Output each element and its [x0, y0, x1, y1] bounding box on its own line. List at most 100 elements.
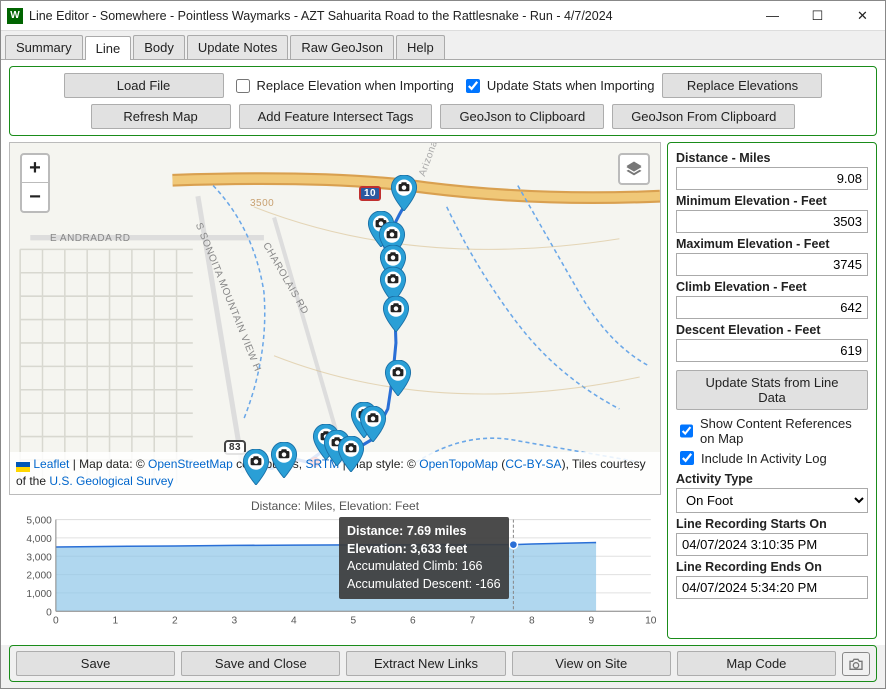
minimize-button[interactable]: ― — [750, 1, 795, 31]
rec-end-input[interactable] — [676, 576, 868, 599]
layers-button[interactable] — [618, 153, 650, 185]
map-marker[interactable] — [384, 360, 412, 396]
include-log-label: Include In Activity Log — [701, 451, 827, 466]
maximize-button[interactable]: ☐ — [795, 1, 840, 31]
route-i10-shield: 10 — [359, 186, 381, 201]
replace-elev-import-checkbox[interactable]: Replace Elevation when Importing — [232, 76, 454, 96]
tab-line[interactable]: Line — [85, 36, 132, 60]
min-elev-label: Minimum Elevation - Feet — [676, 194, 868, 208]
max-elev-label: Maximum Elevation - Feet — [676, 237, 868, 251]
leaflet-link[interactable]: Leaflet — [33, 457, 69, 471]
window-buttons: ― ☐ ✕ — [750, 1, 885, 31]
svg-text:3: 3 — [232, 615, 238, 626]
screenshot-icon[interactable] — [842, 652, 870, 676]
tab-raw-geojson[interactable]: Raw GeoJson — [290, 35, 394, 59]
layers-icon — [625, 160, 643, 178]
stats-panel: Distance - Miles Minimum Elevation - Fee… — [667, 142, 877, 639]
road-label-andrada: E ANDRADA RD — [50, 233, 130, 244]
contour-3500: 3500 — [250, 198, 274, 209]
ukraine-flag-icon — [16, 460, 30, 470]
map[interactable]: + − E ANDRADA RD S SONOITA MOUNTAIN VIEW… — [9, 142, 661, 495]
svg-text:9: 9 — [588, 615, 594, 626]
app-icon: W — [7, 8, 23, 24]
show-refs-label: Show Content References on Map — [700, 416, 868, 446]
elevation-chart[interactable]: Distance: Miles, Elevation: Feet 0 1,000 2… — [9, 499, 661, 639]
chart-canvas: 0 1,000 2,000 3,000 4,000 5,000 0 1 2 3 4 5 6 7 8 9 10 — [9, 513, 661, 628]
svg-text:0: 0 — [46, 607, 52, 618]
ccbysa-link[interactable]: CC-BY-SA — [505, 457, 561, 471]
save-button[interactable]: Save — [16, 651, 175, 676]
update-stats-import-checkbox[interactable]: Update Stats when Importing — [462, 76, 655, 96]
map-marker[interactable] — [337, 436, 365, 472]
toolbar: Load File Replace Elevation when Importi… — [9, 66, 877, 136]
svg-text:3,000: 3,000 — [26, 552, 52, 563]
zoom-control: + − — [20, 153, 50, 213]
map-marker[interactable] — [382, 296, 410, 332]
min-elev-input[interactable] — [676, 210, 868, 233]
map-marker[interactable] — [270, 442, 298, 478]
load-file-button[interactable]: Load File — [64, 73, 224, 98]
zoom-out-button[interactable]: − — [22, 183, 48, 211]
climb-label: Climb Elevation - Feet — [676, 280, 868, 294]
refresh-map-button[interactable]: Refresh Map — [91, 104, 231, 129]
main-row: + − E ANDRADA RD S SONOITA MOUNTAIN VIEW… — [9, 142, 877, 639]
map-marker[interactable] — [242, 449, 270, 485]
update-stats-button[interactable]: Update Stats from Line Data — [676, 370, 868, 410]
climb-input[interactable] — [676, 296, 868, 319]
svg-text:4: 4 — [291, 615, 297, 626]
tab-summary[interactable]: Summary — [5, 35, 83, 59]
svg-text:2: 2 — [172, 615, 178, 626]
osm-link[interactable]: OpenStreetMap — [148, 457, 233, 471]
rec-start-label: Line Recording Starts On — [676, 517, 868, 531]
svg-text:8: 8 — [529, 615, 535, 626]
svg-text:7: 7 — [469, 615, 475, 626]
svg-text:2,000: 2,000 — [26, 571, 52, 582]
include-log-checkbox[interactable]: Include In Activity Log — [676, 448, 868, 468]
activity-type-label: Activity Type — [676, 472, 868, 486]
geojson-to-clipboard-button[interactable]: GeoJson to Clipboard — [440, 104, 604, 129]
view-site-button[interactable]: View on Site — [512, 651, 671, 676]
show-refs-checkbox[interactable]: Show Content References on Map — [676, 416, 868, 446]
window: W Line Editor - Somewhere - Pointless Wa… — [0, 0, 886, 689]
tab-body[interactable]: Body — [133, 35, 185, 59]
activity-type-select[interactable]: On Foot — [676, 488, 868, 513]
descent-input[interactable] — [676, 339, 868, 362]
replace-elevations-button[interactable]: Replace Elevations — [662, 73, 822, 98]
titlebar: W Line Editor - Somewhere - Pointless Wa… — [1, 1, 885, 31]
left-column: + − E ANDRADA RD S SONOITA MOUNTAIN VIEW… — [9, 142, 661, 639]
opentopo-link[interactable]: OpenTopoMap — [419, 457, 498, 471]
update-stats-import-label: Update Stats when Importing — [487, 78, 655, 93]
geojson-from-clipboard-button[interactable]: GeoJson From Clipboard — [612, 104, 795, 129]
svg-text:5,000: 5,000 — [26, 516, 52, 527]
tab-help[interactable]: Help — [396, 35, 445, 59]
svg-text:1,000: 1,000 — [26, 589, 52, 600]
map-code-button[interactable]: Map Code — [677, 651, 836, 676]
svg-text:4,000: 4,000 — [26, 534, 52, 545]
tab-content: Load File Replace Elevation when Importi… — [1, 60, 885, 645]
svg-text:6: 6 — [410, 615, 416, 626]
extract-links-button[interactable]: Extract New Links — [346, 651, 505, 676]
bottom-bar: Save Save and Close Extract New Links Vi… — [9, 645, 877, 682]
descent-label: Descent Elevation - Feet — [676, 323, 868, 337]
replace-elev-import-label: Replace Elevation when Importing — [257, 78, 454, 93]
svg-text:10: 10 — [645, 615, 657, 626]
svg-text:1: 1 — [113, 615, 119, 626]
close-button[interactable]: ✕ — [840, 1, 885, 31]
save-close-button[interactable]: Save and Close — [181, 651, 340, 676]
chart-title: Distance: Miles, Elevation: Feet — [9, 499, 661, 513]
tab-bar: SummaryLineBodyUpdate NotesRaw GeoJsonHe… — [1, 31, 885, 60]
tab-update-notes[interactable]: Update Notes — [187, 35, 289, 59]
map-marker[interactable] — [390, 175, 418, 211]
max-elev-input[interactable] — [676, 253, 868, 276]
zoom-in-button[interactable]: + — [22, 155, 48, 183]
rec-end-label: Line Recording Ends On — [676, 560, 868, 574]
usgs-link[interactable]: U.S. Geological Survey — [49, 474, 173, 488]
add-feature-intersect-button[interactable]: Add Feature Intersect Tags — [239, 104, 433, 129]
distance-input[interactable] — [676, 167, 868, 190]
attr-text1: | Map data: © — [69, 457, 148, 471]
rec-start-input[interactable] — [676, 533, 868, 556]
window-title: Line Editor - Somewhere - Pointless Waym… — [29, 9, 750, 23]
svg-text:5: 5 — [351, 615, 357, 626]
svg-text:0: 0 — [53, 615, 59, 626]
distance-label: Distance - Miles — [676, 151, 868, 165]
